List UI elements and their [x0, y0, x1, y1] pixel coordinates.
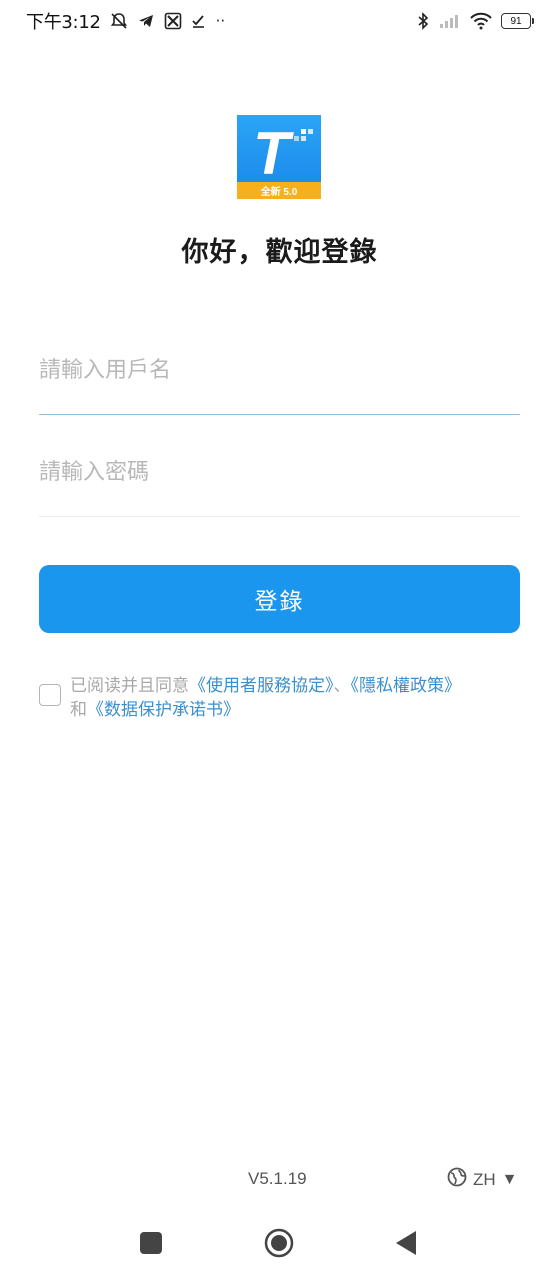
privacy-link[interactable]: 《隱私權政策》 — [351, 676, 462, 696]
terms-link[interactable]: 《使用者服務協定》 — [189, 676, 334, 696]
signal-icon — [439, 13, 461, 29]
agreement-prefix: 已阅读并且同意 — [70, 676, 189, 696]
password-field[interactable] — [39, 442, 520, 502]
status-time: 下午3:12 — [26, 12, 101, 33]
globe-icon — [447, 1167, 467, 1192]
app-notification-icon — [164, 12, 182, 30]
app-logo: T 全新 5.0 — [237, 115, 321, 199]
bluetooth-icon — [416, 12, 430, 30]
telegram-icon — [137, 12, 155, 30]
agreement-checkbox[interactable] — [39, 684, 61, 706]
check-icon — [191, 13, 207, 29]
username-field[interactable] — [39, 340, 520, 400]
page-title: 你好，歡迎登錄 — [181, 237, 378, 268]
chevron-down-icon: ▼ — [501, 1170, 518, 1188]
login-button[interactable]: 登錄 — [39, 565, 520, 633]
data-protection-link[interactable]: 《数据保护承诺书》 — [87, 700, 240, 720]
username-underline — [39, 414, 520, 415]
more-notifications-icon: ·· — [215, 12, 226, 30]
agreement-conjunction: 和 — [70, 700, 87, 720]
language-selector[interactable]: ZH ▼ — [447, 1167, 518, 1192]
home-button[interactable] — [264, 1228, 294, 1258]
username-input[interactable] — [39, 340, 520, 400]
logo-badge: 全新 5.0 — [237, 182, 321, 199]
agreement-text: 已阅读并且同意《使用者服務協定》、《隱私權政策》和《数据保护承诺书》 — [70, 674, 530, 722]
wifi-icon — [470, 12, 492, 30]
recents-button[interactable] — [140, 1232, 162, 1254]
language-label: ZH — [473, 1169, 496, 1189]
bell-off-icon — [110, 12, 128, 30]
back-button[interactable] — [395, 1230, 417, 1256]
password-input[interactable] — [39, 442, 520, 502]
status-bar: 下午3:12 ·· 91 — [0, 0, 559, 42]
battery-icon: 91 — [501, 13, 534, 29]
status-left: 下午3:12 ·· — [26, 8, 225, 34]
status-right: 91 — [416, 12, 534, 30]
password-underline — [39, 516, 520, 517]
agreement-separator: 、 — [333, 676, 351, 696]
system-nav-bar — [0, 1210, 559, 1280]
logo-letter: T — [253, 120, 290, 187]
version-label: V5.1.19 — [248, 1169, 307, 1188]
